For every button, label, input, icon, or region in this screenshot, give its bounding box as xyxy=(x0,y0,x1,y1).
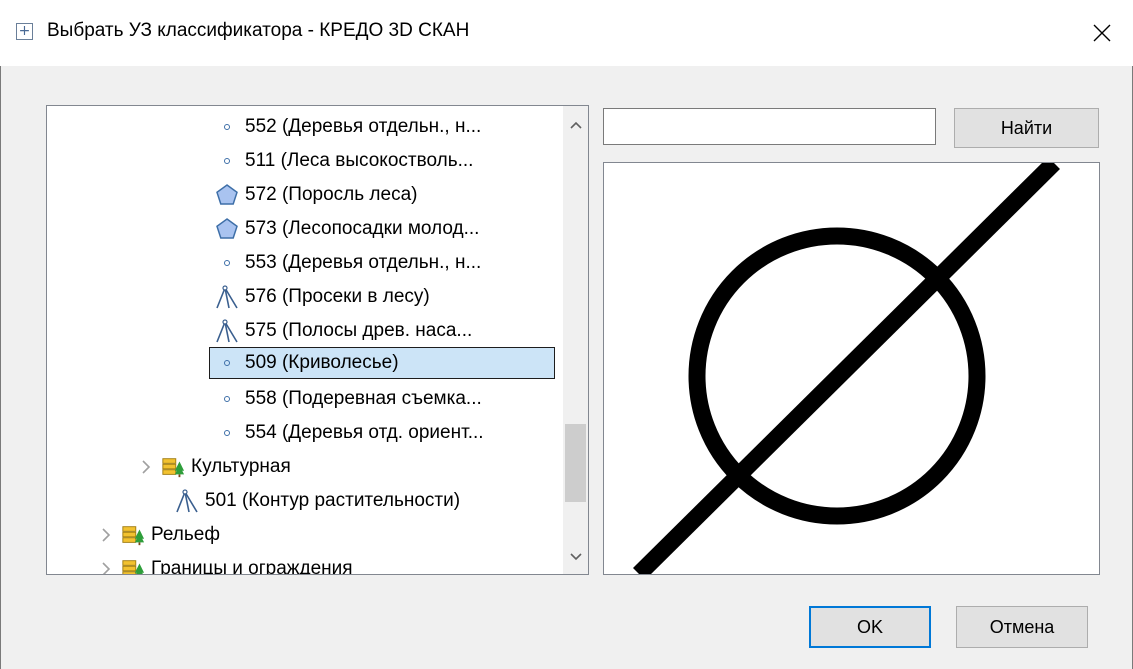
tree-item-label: 509 (Криволесье) xyxy=(245,352,399,373)
tree-group[interactable]: Культурная xyxy=(137,450,291,484)
search-input[interactable] xyxy=(603,108,936,145)
crooked-forest-symbol-icon xyxy=(633,163,1060,574)
tree-group[interactable]: Границы и ограждения xyxy=(97,552,353,574)
chevron-up-icon xyxy=(569,121,582,129)
tree-item-label: 573 (Лесопосадки молод... xyxy=(245,218,480,239)
tree-item[interactable]: 554 (Деревья отд. ориент... xyxy=(215,416,484,450)
layer-group-icon xyxy=(121,557,145,574)
chevron-right-icon[interactable] xyxy=(97,526,115,544)
polyline-icon xyxy=(215,319,239,343)
tree-item-label: 511 (Леса высокостволь... xyxy=(245,150,474,171)
polyline-icon xyxy=(215,285,239,309)
chevron-right-icon[interactable] xyxy=(137,458,155,476)
tree-item-label: 552 (Деревья отдельн., н... xyxy=(245,116,482,137)
tree-item[interactable]: 572 (Поросль леса) xyxy=(215,178,417,212)
tree-item-label: 572 (Поросль леса) xyxy=(245,184,418,205)
cancel-button[interactable]: Отмена xyxy=(956,606,1088,648)
tree-scrollbar[interactable] xyxy=(563,106,588,574)
point-icon xyxy=(215,421,239,445)
tree-item-label: 553 (Деревья отдельн., н... xyxy=(245,252,482,273)
title-bar: + Выбрать УЗ классификатора - КРЕДО 3D С… xyxy=(0,0,1133,66)
tree-item[interactable]: 511 (Леса высокостволь... xyxy=(215,144,473,178)
tree-viewport: 552 (Деревья отдельн., н... 511 (Леса вы… xyxy=(47,106,563,574)
app-icon: + xyxy=(16,23,33,40)
tree-item[interactable]: 501 (Контур растительности) xyxy=(175,484,460,518)
dialog-border-left xyxy=(0,66,1,669)
polyline-icon xyxy=(175,489,199,513)
chevron-right-icon[interactable] xyxy=(97,560,115,574)
point-icon xyxy=(215,149,239,173)
tree-item-label: 554 (Деревья отд. ориент... xyxy=(245,422,484,443)
point-icon xyxy=(215,387,239,411)
tree-item-selected[interactable]: 509 (Криволесье) xyxy=(215,346,399,380)
polygon-icon xyxy=(215,183,239,207)
tree-item-label: 575 (Полосы древ. наса... xyxy=(245,320,473,341)
classifier-tree[interactable]: 552 (Деревья отдельн., н... 511 (Леса вы… xyxy=(46,105,589,575)
point-icon xyxy=(215,251,239,275)
scroll-thumb[interactable] xyxy=(565,424,586,502)
scroll-up-button[interactable] xyxy=(563,110,588,140)
layer-group-icon xyxy=(121,523,145,547)
point-icon xyxy=(215,351,239,375)
tree-group[interactable]: Рельеф xyxy=(97,518,220,552)
close-icon xyxy=(1093,24,1111,42)
tree-item[interactable]: 576 (Просеки в лесу) xyxy=(215,280,430,314)
tree-item[interactable]: 552 (Деревья отдельн., н... xyxy=(215,110,481,144)
tree-item-label: 558 (Подеревная съемка... xyxy=(245,388,482,409)
polygon-icon xyxy=(215,217,239,241)
tree-item-label: 576 (Просеки в лесу) xyxy=(245,286,430,307)
tree-item[interactable]: 558 (Подеревная съемка... xyxy=(215,382,482,416)
window-title: Выбрать УЗ классификатора - КРЕДО 3D СКА… xyxy=(47,20,470,41)
tree-item-label: 501 (Контур растительности) xyxy=(205,490,461,511)
symbol-preview xyxy=(603,162,1100,575)
find-button[interactable]: Найти xyxy=(954,108,1099,148)
chevron-down-icon xyxy=(569,553,582,561)
tree-item-label: Рельеф xyxy=(151,524,220,545)
tree-item-label: Культурная xyxy=(191,456,291,477)
layer-group-icon xyxy=(161,455,185,479)
tree-item-label: Границы и ограждения xyxy=(151,558,353,574)
tree-item[interactable]: 573 (Лесопосадки молод... xyxy=(215,212,479,246)
point-icon xyxy=(215,115,239,139)
scroll-down-button[interactable] xyxy=(563,542,588,572)
tree-item[interactable]: 575 (Полосы древ. наса... xyxy=(215,314,472,348)
close-button[interactable] xyxy=(1071,0,1133,66)
tree-item[interactable]: 553 (Деревья отдельн., н... xyxy=(215,246,481,280)
ok-button[interactable]: OK xyxy=(809,606,931,648)
